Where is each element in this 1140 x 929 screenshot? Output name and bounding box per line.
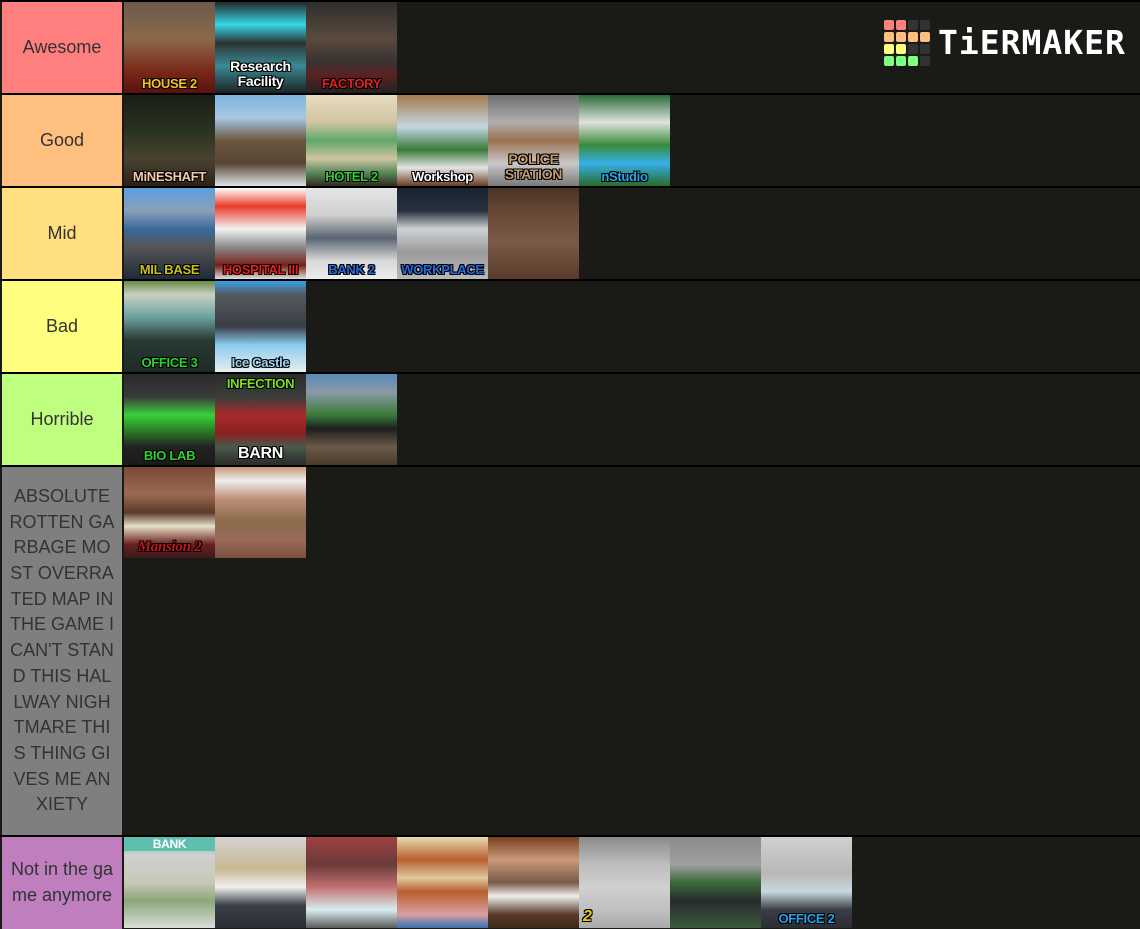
tier-label[interactable]: Good — [2, 95, 124, 186]
tiermaker-logo: TiERMAKER — [884, 20, 1126, 66]
tier-row: Not in the game anymore BANK 2 OFFICE 2 — [0, 837, 1140, 929]
tier-item-tile[interactable] — [306, 837, 397, 928]
tier-label[interactable]: Not in the game anymore — [2, 837, 124, 929]
tier-item-caption: MIL BASE — [139, 262, 200, 277]
tier-items: BIO LAB INFECTION BARN — [124, 374, 1140, 465]
tier-item-tile[interactable] — [215, 837, 306, 928]
tier-item-caption: WORKPLACE — [401, 262, 484, 277]
tier-item-caption: OFFICE 3 — [141, 355, 198, 370]
logo-grid-cell — [908, 44, 918, 54]
logo-grid-cell — [908, 32, 918, 42]
logo-grid-cell — [884, 32, 894, 42]
tier-item-tile[interactable]: MIL BASE — [124, 188, 215, 279]
tier-item-tile[interactable]: nStudio — [579, 95, 670, 186]
tier-item-caption: POLICE STATION — [504, 151, 563, 182]
tier-item-tile[interactable]: 2 — [579, 837, 670, 928]
tier-item-caption: 2 — [583, 908, 592, 925]
tier-item-caption: FACTORY — [321, 76, 382, 91]
tier-item-caption: MiNESHAFT — [132, 169, 207, 184]
logo-grid-cell — [920, 44, 930, 54]
logo-grid-icon — [884, 20, 930, 66]
tier-item-tile[interactable]: Workshop — [397, 95, 488, 186]
tier-label[interactable]: Mid — [2, 188, 124, 279]
logo-grid-cell — [896, 20, 906, 30]
tier-item-tile[interactable]: Research Facility — [215, 2, 306, 93]
tier-row: Bad OFFICE 3 Ice Castle — [0, 281, 1140, 372]
logo-grid-cell — [896, 44, 906, 54]
logo-text: TiERMAKER — [938, 23, 1126, 62]
tier-item-tile[interactable]: Ice Castle — [215, 281, 306, 372]
tier-item-caption: BANK — [124, 837, 215, 851]
tier-item-caption: HOUSE 2 — [142, 76, 197, 91]
tier-item-tile[interactable] — [397, 837, 488, 928]
tier-item-tile[interactable]: MiNESHAFT — [124, 95, 215, 186]
tier-item-caption: HOTEL 2 — [325, 169, 378, 184]
tier-items: MiNESHAFT HOTEL 2 Workshop POLICE STATION nS… — [124, 95, 1140, 186]
logo-grid-cell — [920, 56, 930, 66]
tier-item-tile[interactable]: OFFICE 3 — [124, 281, 215, 372]
tier-item-caption: Research Facility — [230, 58, 291, 89]
tier-item-tile[interactable]: BIO LAB — [124, 374, 215, 465]
tier-label[interactable]: Bad — [2, 281, 124, 372]
tier-item-tile[interactable]: HOSPITAL III — [215, 188, 306, 279]
tier-item-caption: BIO LAB — [143, 448, 196, 463]
tier-items: Mansion 2 — [124, 467, 1140, 835]
tier-item-tile[interactable] — [306, 374, 397, 465]
tier-item-tile[interactable] — [670, 837, 761, 928]
tier-item-tile[interactable] — [215, 467, 306, 558]
tier-label[interactable]: Horrible — [2, 374, 124, 465]
tier-item-tile[interactable]: POLICE STATION — [488, 95, 579, 186]
tier-items: MIL BASE HOSPITAL III BANK 2 WORKPLACE — [124, 188, 1140, 279]
tier-item-caption: HOSPITAL III — [222, 262, 299, 277]
tier-item-tile[interactable]: HOUSE 2 — [124, 2, 215, 93]
logo-grid-cell — [884, 44, 894, 54]
tier-item-caption: Ice Castle — [231, 355, 290, 370]
tier-label[interactable]: ABSOLUTE ROTTEN GARBAGE MOST OVERRATED M… — [2, 467, 124, 835]
tier-label[interactable]: Awesome — [2, 2, 124, 93]
tier-row: Mid MIL BASE HOSPITAL III BANK 2 WORKPLACE — [0, 188, 1140, 279]
tier-row: ABSOLUTE ROTTEN GARBAGE MOST OVERRATED M… — [0, 467, 1140, 835]
tier-item-tile[interactable]: Mansion 2 — [124, 467, 215, 558]
tier-item-tile[interactable]: OFFICE 2 — [761, 837, 852, 928]
tier-item-tile[interactable]: BANK 2 — [306, 188, 397, 279]
tier-item-caption: Mansion 2 — [137, 539, 202, 555]
logo-grid-cell — [908, 56, 918, 66]
tier-item-tile[interactable] — [488, 188, 579, 279]
logo-grid-cell — [884, 20, 894, 30]
tier-item-tile[interactable]: HOTEL 2 — [306, 95, 397, 186]
tier-item-tile[interactable] — [488, 837, 579, 928]
tier-item-caption: INFECTION — [226, 376, 295, 391]
logo-grid-cell — [920, 32, 930, 42]
tier-item-caption: nStudio — [601, 169, 648, 184]
tier-item-caption: Workshop — [412, 169, 473, 184]
logo-grid-cell — [908, 20, 918, 30]
tier-item-tile[interactable]: WORKPLACE — [397, 188, 488, 279]
tier-items: OFFICE 3 Ice Castle — [124, 281, 1140, 372]
tier-list-board: Awesome HOUSE 2 Research Facility FACTORY Go… — [0, 0, 1140, 929]
tier-item-tile[interactable] — [215, 95, 306, 186]
tier-items: BANK 2 OFFICE 2 — [124, 837, 1140, 929]
logo-grid-cell — [896, 56, 906, 66]
tier-item-tile[interactable]: INFECTION BARN — [215, 374, 306, 465]
tier-item-tile[interactable]: BANK — [124, 837, 215, 928]
logo-grid-cell — [896, 32, 906, 42]
tier-item-caption: BARN — [237, 445, 284, 462]
tier-item-caption: BANK 2 — [328, 262, 375, 277]
logo-grid-cell — [884, 56, 894, 66]
tier-row: Good MiNESHAFT HOTEL 2 Workshop POLICE STATI… — [0, 95, 1140, 186]
tier-item-caption: OFFICE 2 — [778, 911, 835, 926]
tier-item-tile[interactable]: FACTORY — [306, 2, 397, 93]
tier-row: Horrible BIO LAB INFECTION BARN — [0, 374, 1140, 465]
logo-grid-cell — [920, 20, 930, 30]
